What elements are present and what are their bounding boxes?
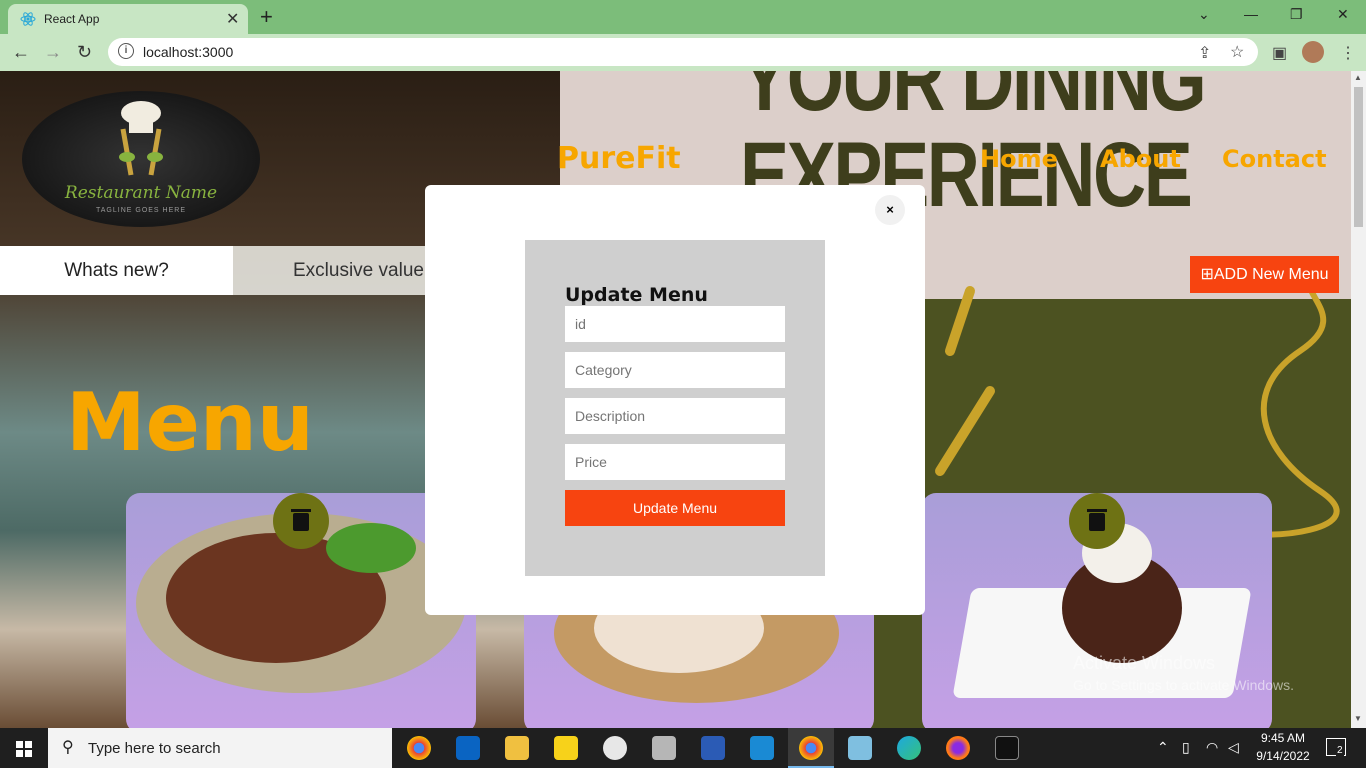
- profile-avatar[interactable]: [1302, 41, 1324, 63]
- itunes-icon[interactable]: [603, 736, 627, 760]
- notification-count: 2: [1336, 745, 1344, 756]
- update-menu-modal: × Update Menu Update Menu: [425, 185, 925, 615]
- clock-date[interactable]: 9/14/2022: [1252, 749, 1314, 763]
- file-explorer-icon[interactable]: [505, 736, 529, 760]
- category-field[interactable]: [565, 352, 785, 388]
- delete-card-button[interactable]: [1069, 493, 1125, 549]
- app-icon[interactable]: [848, 736, 872, 760]
- url-text: localhost:3000: [143, 44, 234, 60]
- description-field[interactable]: [565, 398, 785, 434]
- forward-icon[interactable]: →: [44, 42, 62, 63]
- firefox-icon[interactable]: [946, 736, 970, 760]
- search-icon: ⚲: [62, 739, 74, 756]
- taskbar-search[interactable]: ⚲ Type here to search: [48, 728, 392, 768]
- chrome-icon[interactable]: [407, 736, 431, 760]
- trash-icon: [291, 509, 311, 531]
- menu-kebab-icon[interactable]: ⋮: [1340, 43, 1356, 63]
- sticky-notes-icon[interactable]: [554, 736, 578, 760]
- volume-icon[interactable]: ◁: [1228, 739, 1239, 756]
- address-input[interactable]: i localhost:3000 ⇪ ☆: [108, 38, 1258, 66]
- logo-tagline: TAGLINE GOES HERE: [96, 207, 186, 214]
- menu-card-steak[interactable]: [126, 493, 476, 728]
- close-tab-icon[interactable]: ✕: [226, 9, 239, 29]
- menu-heading: Menu: [66, 376, 314, 469]
- site-info-icon[interactable]: i: [118, 43, 134, 59]
- chrome-active-task[interactable]: [788, 728, 834, 768]
- browser-tab[interactable]: React App ✕: [8, 4, 248, 34]
- start-button[interactable]: [0, 728, 48, 768]
- brand-link[interactable]: PureFit: [557, 141, 681, 176]
- close-window-button[interactable]: ✕: [1337, 6, 1349, 23]
- windows-taskbar: ⚲ Type here to search ⌃ ▯ ◠ ◁ 9:45 AM 9/…: [0, 728, 1366, 768]
- scroll-up-arrow-icon[interactable]: ▲: [1354, 73, 1362, 82]
- calculator-icon[interactable]: [652, 736, 676, 760]
- page-scrollbar[interactable]: ▲ ▼: [1351, 71, 1366, 728]
- reload-icon[interactable]: ↻: [77, 42, 92, 63]
- outlook-icon[interactable]: [456, 736, 480, 760]
- tab-whats-new[interactable]: Whats new?: [0, 246, 233, 295]
- price-field[interactable]: [565, 444, 785, 480]
- add-new-menu-button[interactable]: ⊞ADD New Menu: [1190, 256, 1339, 293]
- new-tab-button[interactable]: +: [260, 4, 273, 30]
- tab-search-icon[interactable]: ⌄: [1198, 6, 1210, 23]
- trash-icon: [1087, 509, 1107, 531]
- modal-close-button[interactable]: ×: [875, 195, 905, 225]
- side-panel-icon[interactable]: ▣: [1272, 43, 1287, 63]
- tab-exclusive-value[interactable]: Exclusive value: [233, 246, 453, 295]
- scroll-thumb[interactable]: [1354, 87, 1363, 227]
- scroll-down-arrow-icon[interactable]: ▼: [1354, 714, 1362, 723]
- plus-square-icon: ⊞: [1200, 266, 1214, 283]
- update-menu-form: Update Menu Update Menu: [525, 240, 825, 576]
- address-bar-row: ← → ↻ i localhost:3000 ⇪ ☆ ▣ ⋮: [0, 34, 1366, 71]
- form-title: Update Menu: [565, 284, 708, 306]
- minimize-button[interactable]: —: [1244, 6, 1258, 22]
- vscode-icon[interactable]: [750, 736, 774, 760]
- wifi-icon[interactable]: ◠: [1206, 739, 1218, 756]
- notifications-icon[interactable]: 2: [1326, 738, 1346, 756]
- restaurant-logo[interactable]: Restaurant Name TAGLINE GOES HERE: [22, 91, 260, 227]
- update-menu-button[interactable]: Update Menu: [565, 490, 785, 526]
- edge-icon[interactable]: [897, 736, 921, 760]
- chef-hat-icon: [119, 101, 163, 176]
- windows-logo-icon: [16, 741, 32, 757]
- activate-windows-subtitle: Go to Settings to activate Windows.: [1073, 677, 1294, 693]
- search-placeholder: Type here to search: [88, 740, 221, 757]
- bookmark-star-icon[interactable]: ☆: [1230, 42, 1244, 62]
- browser-tab-bar: React App ✕ + ⌄ — ❐ ✕: [0, 0, 1366, 34]
- chevron-up-icon[interactable]: ⌃: [1157, 739, 1169, 756]
- nav-contact[interactable]: Contact: [1222, 145, 1327, 173]
- activate-windows-title: Activate Windows: [1073, 653, 1216, 673]
- logo-name: Restaurant Name: [64, 183, 218, 203]
- nav-about[interactable]: About: [1100, 145, 1181, 173]
- share-icon[interactable]: ⇪: [1198, 43, 1211, 63]
- chrome-icon: [799, 736, 823, 760]
- terminal-icon[interactable]: [995, 736, 1019, 760]
- delete-card-button[interactable]: [273, 493, 329, 549]
- id-field[interactable]: [565, 306, 785, 342]
- maximize-button[interactable]: ❐: [1290, 6, 1303, 23]
- react-icon: [20, 12, 36, 26]
- nav-home[interactable]: Home: [980, 145, 1058, 173]
- add-new-menu-label: ADD New Menu: [1213, 266, 1329, 283]
- device-icon[interactable]: ▯: [1182, 739, 1190, 756]
- clock-time[interactable]: 9:45 AM: [1255, 731, 1311, 745]
- tab-title: React App: [44, 12, 100, 26]
- back-icon[interactable]: ←: [12, 42, 30, 63]
- word-icon[interactable]: [701, 736, 725, 760]
